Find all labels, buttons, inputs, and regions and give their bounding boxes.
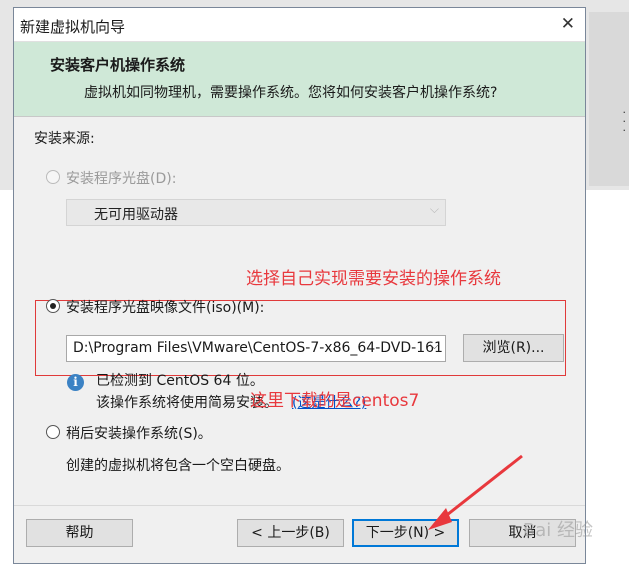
watermark-logo: Bai 经验 [522,520,593,541]
annotation-arrow [428,454,523,530]
